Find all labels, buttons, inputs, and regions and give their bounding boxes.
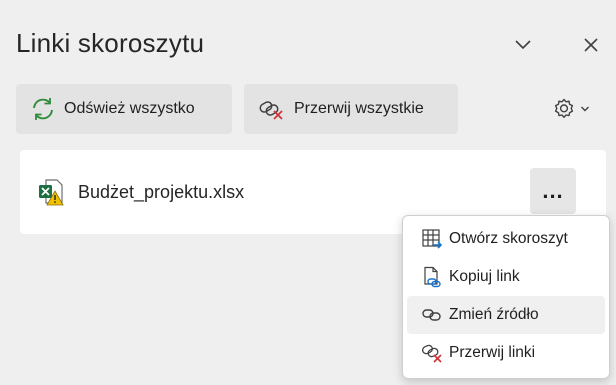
menu-item-copy-link[interactable]: Kopiuj link [407, 258, 605, 296]
refresh-all-button[interactable]: Odśwież wszystko [16, 84, 232, 134]
pane-title: Linki skoroszytu [16, 28, 205, 58]
close-pane-button[interactable] [576, 30, 606, 60]
refresh-icon [33, 98, 53, 120]
menu-item-label: Otwórz skoroszyt [449, 230, 568, 247]
refresh-all-label: Odśwież wszystko [64, 100, 195, 117]
break-link-icon [259, 101, 283, 120]
menu-item-label: Zmień źródło [449, 306, 539, 323]
menu-item-label: Przerwij linki [449, 344, 536, 361]
link-context-menu: Otwórz skoroszyt Kopiuj link Zmień źródł… [402, 215, 610, 379]
break-link-icon [421, 342, 443, 364]
change-source-icon [421, 304, 443, 326]
chevron-down-icon [581, 106, 589, 112]
break-all-label: Przerwij wszystkie [294, 100, 424, 117]
menu-item-label: Kopiuj link [449, 268, 520, 285]
excel-file-warning-icon [39, 179, 64, 206]
more-options-label: ... [542, 178, 564, 203]
menu-item-change-source[interactable]: Zmień źródło [407, 296, 605, 334]
copy-link-icon [421, 266, 443, 288]
menu-item-break-links[interactable]: Przerwij linki [407, 334, 605, 372]
open-workbook-icon [421, 228, 443, 250]
break-all-button[interactable]: Przerwij wszystkie [244, 84, 458, 134]
gear-icon [554, 98, 574, 118]
collapse-pane-button[interactable] [508, 30, 538, 60]
menu-item-open-workbook[interactable]: Otwórz skoroszyt [407, 220, 605, 258]
linked-file-name: Budżet_projektu.xlsx [78, 182, 245, 202]
close-icon [584, 38, 598, 52]
more-options-button[interactable]: ... [530, 168, 576, 214]
settings-button[interactable] [552, 92, 602, 126]
chevron-down-icon [515, 40, 531, 50]
